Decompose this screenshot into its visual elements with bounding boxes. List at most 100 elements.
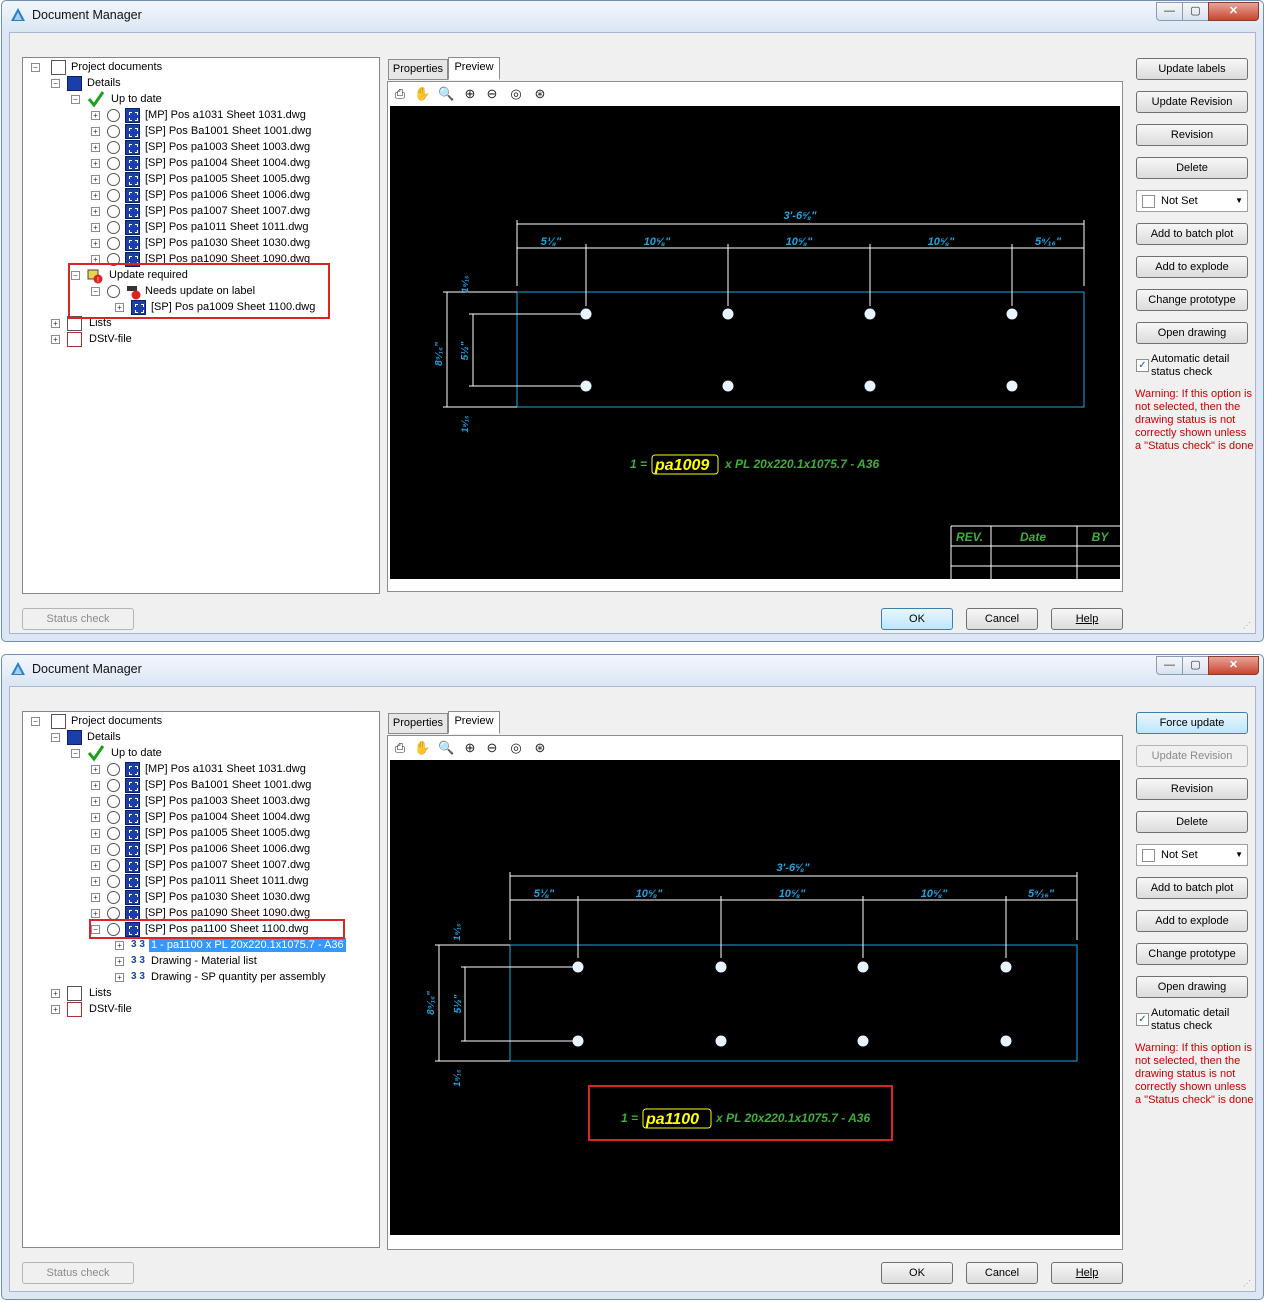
zoom-realtime-icon[interactable]: 🔍 (438, 86, 454, 102)
plate-outline (516, 291, 1085, 408)
collapse-icon[interactable]: − (51, 79, 60, 88)
zoom-extents-icon[interactable]: ⊛ (532, 86, 548, 102)
maximize-button[interactable]: ▢ (1182, 656, 1209, 675)
expand-icon[interactable]: + (91, 845, 100, 854)
change-prototype-button[interactable]: Change prototype (1136, 943, 1248, 965)
zoom-extents-icon[interactable]: ⊛ (532, 740, 548, 756)
zoom-window-icon[interactable]: ◎ (508, 740, 524, 756)
status-check-button[interactable]: Status check (22, 608, 134, 630)
zoom-out-icon[interactable]: ⊖ (484, 740, 500, 756)
delete-button[interactable]: Delete (1136, 811, 1248, 833)
expand-icon[interactable]: + (91, 111, 100, 120)
tab-preview[interactable]: Preview (448, 57, 500, 80)
sub-item-label: Drawing - SP quantity per assembly (151, 971, 326, 983)
expand-icon[interactable]: + (115, 957, 124, 966)
ok-button[interactable]: OK (881, 1262, 953, 1284)
expand-icon[interactable]: + (115, 941, 124, 950)
auto-status-check[interactable]: ✓ Automatic detail status check (1136, 353, 1256, 381)
document-tree[interactable]: − Project documents − Details − Up to da… (22, 711, 380, 1248)
add-to-explode-button[interactable]: Add to explode (1136, 256, 1248, 278)
add-to-batch-plot-button[interactable]: Add to batch plot (1136, 223, 1248, 245)
delete-button[interactable]: Delete (1136, 157, 1248, 179)
expand-icon[interactable]: + (91, 861, 100, 870)
maximize-button[interactable]: ▢ (1182, 2, 1209, 21)
help-button[interactable]: Help (1051, 1262, 1123, 1284)
print-icon[interactable]: ⎙ (392, 740, 408, 756)
update-revision-button[interactable]: Update Revision (1136, 91, 1248, 113)
close-button[interactable]: ✕ (1208, 2, 1259, 21)
collapse-icon[interactable]: − (71, 749, 80, 758)
cancel-button[interactable]: Cancel (966, 608, 1038, 630)
print-icon[interactable]: ⎙ (392, 86, 408, 102)
ok-button[interactable]: OK (881, 608, 953, 630)
status-circle-icon (107, 141, 120, 154)
status-combo[interactable]: Not Set ▼ (1136, 190, 1248, 212)
help-button[interactable]: Help (1051, 608, 1123, 630)
expand-icon[interactable]: + (91, 829, 100, 838)
expand-icon[interactable]: + (51, 1005, 60, 1014)
zoom-out-icon[interactable]: ⊖ (484, 86, 500, 102)
revision-button[interactable]: Revision (1136, 124, 1248, 146)
expand-icon[interactable]: + (91, 765, 100, 774)
pan-icon[interactable]: ✋ (414, 740, 430, 756)
expand-icon[interactable]: + (51, 319, 60, 328)
zoom-realtime-icon[interactable]: 🔍 (438, 740, 454, 756)
expand-icon[interactable]: + (91, 223, 100, 232)
zoom-window-icon[interactable]: ◎ (508, 86, 524, 102)
update-revision-button[interactable]: Update Revision (1136, 745, 1248, 767)
tree-sub-item-selected[interactable]: + 3 3 1 - pa1100 x PL 20x220.1x1075.7 - … (113, 938, 353, 954)
tab-properties[interactable]: Properties (388, 59, 448, 80)
expand-icon[interactable]: + (91, 207, 100, 216)
collapse-icon[interactable]: − (31, 717, 40, 726)
update-labels-button[interactable]: Update labels (1136, 58, 1248, 80)
expand-icon[interactable]: + (91, 909, 100, 918)
cancel-button[interactable]: Cancel (966, 1262, 1038, 1284)
status-combo[interactable]: Not Set ▼ (1136, 844, 1248, 866)
open-drawing-button[interactable]: Open drawing (1136, 322, 1248, 344)
add-to-explode-button[interactable]: Add to explode (1136, 910, 1248, 932)
expand-icon[interactable]: + (91, 175, 100, 184)
change-prototype-button[interactable]: Change prototype (1136, 289, 1248, 311)
expand-icon[interactable]: + (115, 973, 124, 982)
window-title: Document Manager (32, 8, 142, 22)
expand-icon[interactable]: + (91, 239, 100, 248)
document-tree[interactable]: − Project documents − Details − Up to da… (22, 57, 380, 594)
expand-icon[interactable]: + (51, 335, 60, 344)
expand-icon[interactable]: + (91, 877, 100, 886)
collapse-icon[interactable]: − (31, 63, 40, 72)
expand-icon[interactable]: + (51, 989, 60, 998)
collapse-icon[interactable]: − (51, 733, 60, 742)
expand-icon[interactable]: + (91, 813, 100, 822)
expand-icon[interactable]: + (91, 781, 100, 790)
expand-icon[interactable]: + (91, 893, 100, 902)
status-check-button[interactable]: Status check (22, 1262, 134, 1284)
close-button[interactable]: ✕ (1208, 656, 1259, 675)
expand-icon[interactable]: + (91, 127, 100, 136)
drawing-icon (125, 220, 140, 235)
revision-button[interactable]: Revision (1136, 778, 1248, 800)
tab-preview[interactable]: Preview (448, 711, 500, 734)
auto-status-checkbox[interactable]: ✓ (1136, 1013, 1149, 1026)
drawing-icon (125, 188, 140, 203)
auto-status-checkbox[interactable]: ✓ (1136, 359, 1149, 372)
force-update-button[interactable]: Force update (1136, 712, 1248, 734)
auto-status-check[interactable]: ✓ Automatic detail status check (1136, 1007, 1256, 1035)
tab-properties[interactable]: Properties (388, 713, 448, 734)
drawing-canvas[interactable]: 3'-6⅝" 5⅛" 10⅝" 10⅝" 10⅝" 5⁹⁄₁₆" 8⁹⁄₁₆" … (390, 760, 1120, 1235)
expand-icon[interactable]: + (91, 191, 100, 200)
add-to-batch-plot-button[interactable]: Add to batch plot (1136, 877, 1248, 899)
resize-grip-icon[interactable]: ⋰ (1243, 1279, 1253, 1289)
drawing-canvas[interactable]: 3'-6⅝" 5⅛" 10⅝" 10⅝" 10⅝" 5⁹⁄₁₆" 8⁹⁄₁₆" … (390, 106, 1120, 579)
collapse-icon[interactable]: − (71, 95, 80, 104)
minimize-button[interactable]: — (1156, 656, 1183, 675)
expand-icon[interactable]: + (91, 797, 100, 806)
resize-grip-icon[interactable]: ⋰ (1243, 621, 1253, 631)
pan-icon[interactable]: ✋ (414, 86, 430, 102)
expand-icon[interactable]: + (91, 143, 100, 152)
zoom-in-icon[interactable]: ⊕ (462, 86, 478, 102)
minimize-button[interactable]: — (1156, 2, 1183, 21)
open-drawing-button[interactable]: Open drawing (1136, 976, 1248, 998)
expand-icon[interactable]: + (91, 159, 100, 168)
drawing-icon (125, 874, 140, 889)
zoom-in-icon[interactable]: ⊕ (462, 740, 478, 756)
